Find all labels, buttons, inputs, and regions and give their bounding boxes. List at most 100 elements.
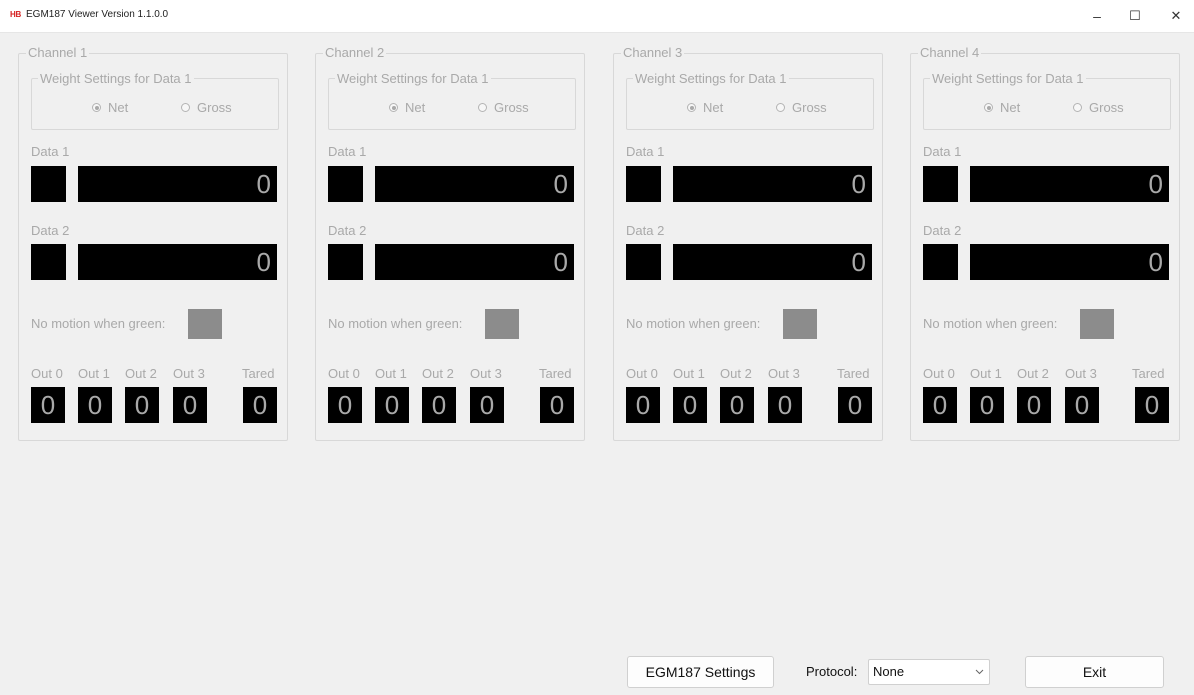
weight-settings-title: Weight Settings for Data 1 [335, 71, 491, 87]
gross-radio[interactable]: Gross [776, 100, 827, 115]
protocol-label: Protocol: [806, 664, 858, 679]
out0-label: Out 0 [626, 366, 658, 381]
out2-label: Out 2 [422, 366, 454, 381]
data1-label: Data 1 [626, 144, 665, 159]
egm187-settings-button[interactable]: EGM187 Settings [627, 656, 774, 688]
data1-display: 0 [78, 166, 277, 202]
data2-label: Data 2 [328, 223, 367, 238]
out0-display: 0 [31, 387, 65, 423]
close-icon: ✕ [1170, 8, 1182, 23]
out3-display: 0 [470, 387, 504, 423]
out0-label: Out 0 [31, 366, 63, 381]
out3-label: Out 3 [768, 366, 800, 381]
radio-unselected-icon [776, 103, 785, 112]
out3-display: 0 [1065, 387, 1099, 423]
data2-display: 0 [78, 244, 277, 280]
out1-label: Out 1 [970, 366, 1002, 381]
radio-unselected-icon [181, 103, 190, 112]
chevron-down-icon [975, 669, 984, 675]
data1-indicator [328, 166, 363, 202]
data2-display: 0 [375, 244, 574, 280]
out0-display: 0 [626, 387, 660, 423]
net-label: Net [405, 100, 426, 115]
tared-label: Tared [1132, 366, 1165, 381]
channel-title: Channel 3 [621, 45, 685, 61]
gross-label: Gross [1089, 100, 1124, 115]
motion-indicator [783, 309, 817, 339]
gross-label: Gross [494, 100, 529, 115]
out0-display: 0 [923, 387, 957, 423]
gross-radio[interactable]: Gross [1073, 100, 1124, 115]
data1-label: Data 1 [31, 144, 70, 159]
data2-indicator [328, 244, 363, 280]
weight-settings-title: Weight Settings for Data 1 [38, 71, 194, 87]
out0-label: Out 0 [923, 366, 955, 381]
net-radio[interactable]: Net [92, 100, 128, 115]
net-radio[interactable]: Net [687, 100, 723, 115]
tared-display: 0 [243, 387, 277, 423]
protocol-select[interactable]: None [868, 659, 990, 685]
out1-label: Out 1 [375, 366, 407, 381]
motion-label: No motion when green: [626, 316, 761, 331]
motion-label: No motion when green: [31, 316, 166, 331]
gross-radio[interactable]: Gross [181, 100, 232, 115]
data2-indicator [923, 244, 958, 280]
gross-radio[interactable]: Gross [478, 100, 529, 115]
gross-label: Gross [792, 100, 827, 115]
data1-label: Data 1 [923, 144, 962, 159]
radio-selected-icon [92, 103, 101, 112]
out3-label: Out 3 [173, 366, 205, 381]
net-label: Net [108, 100, 129, 115]
window-title: EGM187 Viewer Version 1.1.0.0 [26, 9, 169, 20]
data2-display: 0 [970, 244, 1169, 280]
exit-button[interactable]: Exit [1025, 656, 1164, 688]
out3-display: 0 [768, 387, 802, 423]
tared-label: Tared [837, 366, 870, 381]
channel-3-group: Channel 3 Weight Settings for Data 1 Net… [613, 45, 883, 441]
channel-title: Channel 1 [26, 45, 90, 61]
out1-display: 0 [673, 387, 707, 423]
radio-selected-icon [687, 103, 696, 112]
radio-unselected-icon [1073, 103, 1082, 112]
app-logo-icon: HB [10, 10, 21, 19]
maximize-button[interactable]: ☐ [1121, 6, 1149, 26]
data2-label: Data 2 [923, 223, 962, 238]
motion-label: No motion when green: [923, 316, 1058, 331]
data1-label: Data 1 [328, 144, 367, 159]
channel-title: Channel 4 [918, 45, 982, 61]
motion-indicator [1080, 309, 1114, 339]
out1-display: 0 [78, 387, 112, 423]
data1-display: 0 [375, 166, 574, 202]
net-radio[interactable]: Net [389, 100, 425, 115]
tared-display: 0 [540, 387, 574, 423]
out1-label: Out 1 [673, 366, 705, 381]
data2-label: Data 2 [626, 223, 665, 238]
out0-label: Out 0 [328, 366, 360, 381]
tared-label: Tared [539, 366, 572, 381]
minimize-button[interactable]: – [1083, 6, 1111, 26]
data1-display: 0 [970, 166, 1169, 202]
tared-display: 0 [838, 387, 872, 423]
weight-settings-title: Weight Settings for Data 1 [930, 71, 1086, 87]
radio-selected-icon [984, 103, 993, 112]
out3-label: Out 3 [1065, 366, 1097, 381]
data2-indicator [626, 244, 661, 280]
out2-display: 0 [422, 387, 456, 423]
radio-selected-icon [389, 103, 398, 112]
data2-display: 0 [673, 244, 872, 280]
close-button[interactable]: ✕ [1162, 6, 1190, 26]
net-radio[interactable]: Net [984, 100, 1020, 115]
data2-label: Data 2 [31, 223, 70, 238]
title-bar: HB EGM187 Viewer Version 1.1.0.0 – ☐ ✕ [0, 0, 1194, 33]
tared-label: Tared [242, 366, 275, 381]
maximize-icon: ☐ [1129, 8, 1141, 23]
out2-display: 0 [720, 387, 754, 423]
out1-display: 0 [970, 387, 1004, 423]
out0-display: 0 [328, 387, 362, 423]
out2-label: Out 2 [125, 366, 157, 381]
motion-label: No motion when green: [328, 316, 463, 331]
tared-display: 0 [1135, 387, 1169, 423]
channel-1-group: Channel 1 Weight Settings for Data 1 Net… [18, 45, 288, 441]
net-label: Net [703, 100, 724, 115]
channel-4-group: Channel 4 Weight Settings for Data 1 Net… [910, 45, 1180, 441]
